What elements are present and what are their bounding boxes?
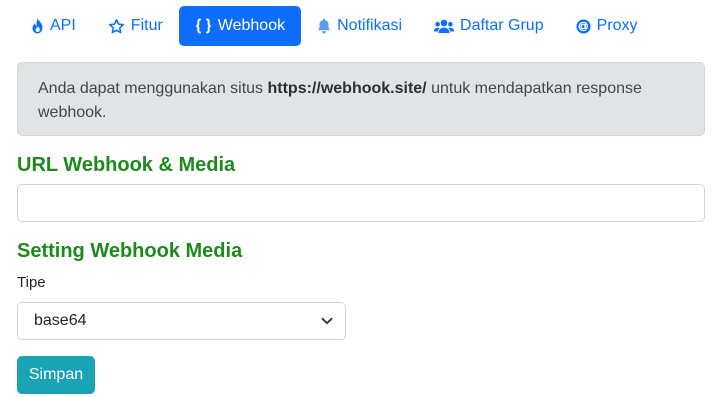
tab-fitur[interactable]: Fitur	[92, 6, 179, 46]
braces-icon	[195, 17, 212, 35]
fire-icon	[31, 17, 44, 35]
star-icon	[108, 17, 125, 35]
tab-api-label: API	[50, 17, 76, 34]
users-icon	[434, 17, 455, 35]
url-webhook-input[interactable]	[17, 184, 705, 222]
tab-webhook-label: Webhook	[217, 17, 286, 34]
tab-notifikasi[interactable]: Notifikasi	[301, 6, 418, 46]
url-webhook-title: URL Webhook & Media	[17, 154, 236, 176]
alert-text-prefix: Anda dapat menggunakan situs	[38, 80, 268, 97]
chevron-down-icon	[321, 317, 333, 325]
nav-tabs: API Fitur Webhook Notifikasi Daftar Grup…	[17, 6, 654, 46]
save-button[interactable]: Simpan	[17, 356, 95, 394]
tab-daftar-grup[interactable]: Daftar Grup	[418, 6, 560, 46]
tipe-label: Tipe	[17, 274, 46, 291]
setting-webhook-media-title: Setting Webhook Media	[17, 240, 243, 262]
at-icon	[576, 17, 591, 35]
tab-webhook[interactable]: Webhook	[178, 6, 302, 46]
tab-daftar-grup-label: Daftar Grup	[460, 17, 544, 34]
tab-proxy[interactable]: Proxy	[560, 6, 654, 46]
tab-proxy-label: Proxy	[596, 17, 638, 34]
info-alert: Anda dapat menggunakan situs https://web…	[17, 62, 705, 136]
tab-notifikasi-label: Notifikasi	[337, 17, 403, 34]
page: API Fitur Webhook Notifikasi Daftar Grup…	[0, 0, 717, 397]
webhook-site-link: https://webhook.site/	[267, 80, 427, 97]
bell-icon	[317, 17, 331, 35]
tipe-select[interactable]: base64	[17, 302, 346, 340]
tab-api[interactable]: API	[17, 6, 92, 46]
tab-fitur-label: Fitur	[130, 17, 163, 34]
tipe-select-value: base64	[34, 312, 87, 329]
